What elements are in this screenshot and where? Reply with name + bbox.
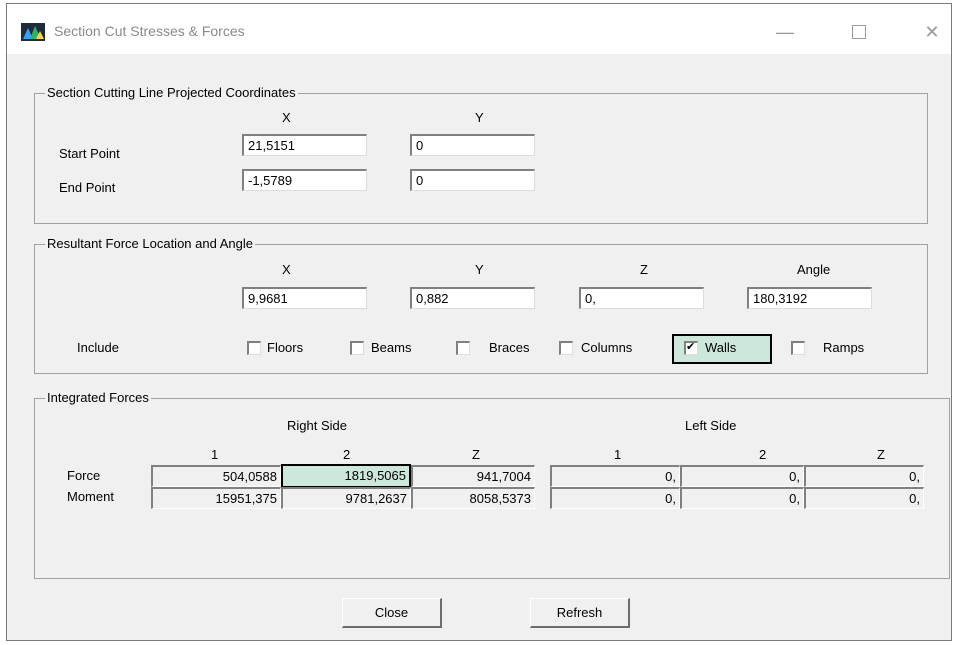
- include-label: Include: [77, 340, 119, 355]
- resultant-z-input[interactable]: 0,: [579, 287, 704, 309]
- app-icon: [21, 23, 45, 41]
- resultant-group-title: Resultant Force Location and Angle: [45, 236, 255, 251]
- start-point-label: Start Point: [59, 146, 120, 161]
- moment-row-label: Moment: [67, 489, 114, 504]
- maximize-icon: [852, 25, 866, 39]
- cutting-col-y: Y: [475, 110, 484, 125]
- force-left-1: 0,: [550, 465, 680, 487]
- left-col-1: 1: [614, 447, 622, 462]
- window-title: Section Cut Stresses & Forces: [54, 23, 245, 39]
- left-col-z: Z: [877, 447, 885, 462]
- ramps-label: Ramps: [823, 340, 865, 355]
- columns-checkbox[interactable]: [559, 341, 573, 355]
- force-left-2: 0,: [680, 465, 804, 487]
- resultant-col-angle: Angle: [797, 262, 831, 277]
- end-y-input[interactable]: 0: [410, 169, 535, 191]
- resultant-col-y: Y: [475, 262, 484, 277]
- minimize-button[interactable]: —: [765, 14, 805, 50]
- start-y-input[interactable]: 0: [410, 134, 535, 156]
- beams-label: Beams: [371, 340, 412, 355]
- right-col-2: 2: [343, 447, 351, 462]
- right-side-label: Right Side: [287, 418, 347, 433]
- moment-left-z: 0,: [804, 487, 924, 509]
- ramps-checkbox[interactable]: [791, 341, 805, 355]
- moment-right-z: 8058,5373: [411, 487, 535, 509]
- force-right-2: 1819,5065: [281, 464, 411, 488]
- walls-checkbox[interactable]: [684, 340, 698, 355]
- left-col-2: 2: [759, 447, 767, 462]
- force-row-label: Force: [67, 468, 101, 483]
- cutting-col-x: X: [282, 110, 291, 125]
- forces-group-title: Integrated Forces: [45, 390, 151, 405]
- force-left-z: 0,: [804, 465, 924, 487]
- close-button[interactable]: Close: [342, 598, 442, 628]
- columns-label: Columns: [581, 340, 633, 355]
- dialog-window: Section Cut Stresses & Forces — ✕ Sectio…: [6, 3, 952, 641]
- moment-right-2: 9781,2637: [281, 487, 411, 509]
- force-right-z: 941,7004: [411, 465, 535, 487]
- end-point-label: End Point: [59, 180, 116, 195]
- cutting-line-group-title: Section Cutting Line Projected Coordinat…: [45, 85, 298, 100]
- moment-left-2: 0,: [680, 487, 804, 509]
- title-bar: Section Cut Stresses & Forces — ✕: [7, 4, 951, 54]
- floors-label: Floors: [267, 340, 304, 355]
- moment-right-1: 15951,375: [151, 487, 281, 509]
- maximize-button[interactable]: [839, 14, 879, 50]
- refresh-button[interactable]: Refresh: [530, 598, 630, 628]
- moment-left-1: 0,: [550, 487, 680, 509]
- end-x-input[interactable]: -1,5789: [242, 169, 367, 191]
- braces-label: Braces: [489, 340, 530, 355]
- resultant-y-input[interactable]: 0,882: [410, 287, 535, 309]
- resultant-col-z: Z: [640, 262, 648, 277]
- left-side-label: Left Side: [685, 418, 737, 433]
- close-window-button[interactable]: ✕: [912, 14, 951, 50]
- right-col-z: Z: [472, 447, 480, 462]
- resultant-col-x: X: [282, 262, 291, 277]
- resultant-angle-input[interactable]: 180,3192: [747, 287, 872, 309]
- floors-checkbox[interactable]: [247, 341, 261, 355]
- resultant-x-input[interactable]: 9,9681: [242, 287, 367, 309]
- force-right-1: 504,0588: [151, 465, 281, 487]
- walls-label: Walls: [705, 340, 737, 355]
- braces-checkbox[interactable]: [456, 341, 470, 355]
- start-x-input[interactable]: 21,5151: [242, 134, 367, 156]
- right-col-1: 1: [211, 447, 219, 462]
- beams-checkbox[interactable]: [350, 341, 364, 355]
